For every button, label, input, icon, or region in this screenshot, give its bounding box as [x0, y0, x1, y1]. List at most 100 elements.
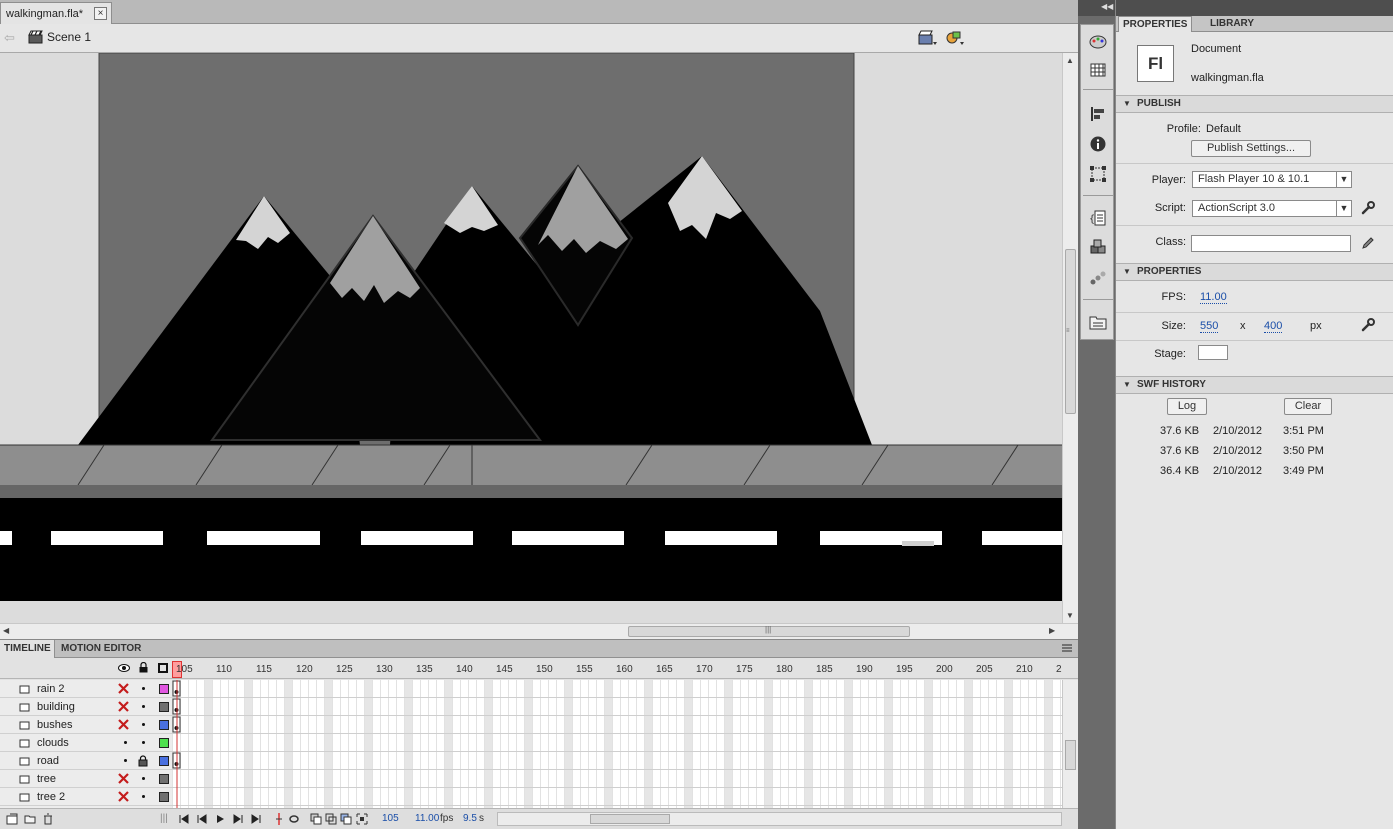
- layer-color-box[interactable]: [159, 756, 169, 766]
- back-arrow-icon[interactable]: ⇦: [4, 30, 15, 46]
- frame-grid[interactable]: [172, 680, 1062, 808]
- edit-symbol-icon[interactable]: [945, 29, 965, 47]
- onion-skin-icon[interactable]: [310, 813, 322, 825]
- layer-color-box[interactable]: [159, 684, 169, 694]
- swf-history-section-header[interactable]: ▼ SWF HISTORY: [1116, 376, 1393, 394]
- edit-scene-icon[interactable]: [918, 29, 938, 47]
- swatches-icon[interactable]: [1089, 61, 1107, 79]
- unlocked-dot-icon[interactable]: [142, 687, 145, 690]
- panel-menu-icon[interactable]: [1062, 643, 1072, 653]
- motion-presets-icon[interactable]: [1089, 269, 1107, 287]
- new-folder-icon[interactable]: [24, 813, 36, 825]
- document-tab[interactable]: walkingman.fla* ×: [0, 2, 112, 24]
- stage-width[interactable]: 550: [1200, 320, 1219, 333]
- step-back-icon[interactable]: [196, 813, 208, 825]
- unlocked-dot-icon[interactable]: [142, 741, 145, 744]
- onion-skin-outlines-icon[interactable]: [325, 813, 337, 825]
- hidden-x-icon[interactable]: [117, 718, 130, 731]
- center-frame-icon[interactable]: [273, 813, 285, 825]
- unlocked-dot-icon[interactable]: [142, 795, 145, 798]
- info-icon[interactable]: [1089, 135, 1107, 153]
- go-to-last-frame-icon[interactable]: [250, 813, 262, 825]
- publish-settings-button[interactable]: Publish Settings...: [1191, 140, 1311, 157]
- loop-icon[interactable]: [288, 813, 300, 825]
- layer-row[interactable]: clouds: [0, 734, 172, 752]
- history-time: 3:51 PM: [1283, 425, 1324, 437]
- unlocked-dot-icon[interactable]: [142, 777, 145, 780]
- hidden-x-icon[interactable]: [117, 772, 130, 785]
- tab-motion-editor[interactable]: MOTION EDITOR: [57, 640, 145, 658]
- wrench-icon[interactable]: [1361, 318, 1375, 332]
- project-icon[interactable]: [1089, 313, 1107, 331]
- edit-multiple-frames-icon[interactable]: [340, 813, 352, 825]
- collapse-panels-icon[interactable]: ◀◀: [1101, 2, 1113, 11]
- layer-row[interactable]: building: [0, 698, 172, 716]
- current-frame[interactable]: 105: [382, 813, 399, 824]
- log-button[interactable]: Log: [1167, 398, 1207, 415]
- layer-color-box[interactable]: [159, 792, 169, 802]
- tab-timeline[interactable]: TIMELINE: [0, 640, 55, 658]
- scroll-thumb[interactable]: [590, 814, 670, 824]
- chevron-down-icon: ▼: [1336, 172, 1351, 187]
- layer-color-box[interactable]: [159, 702, 169, 712]
- timeline-horizontal-scrollbar[interactable]: [497, 812, 1062, 826]
- layer-color-box[interactable]: [159, 720, 169, 730]
- fps-value[interactable]: 11.00: [1200, 291, 1227, 304]
- lock-icon[interactable]: [138, 755, 148, 767]
- scroll-thumb[interactable]: [1065, 740, 1076, 770]
- class-input[interactable]: [1191, 235, 1351, 252]
- color-palette-icon[interactable]: [1089, 33, 1107, 51]
- layer-row[interactable]: rain 2: [0, 680, 172, 698]
- scroll-up-icon[interactable]: ▲: [1066, 56, 1074, 65]
- align-icon[interactable]: [1089, 105, 1107, 123]
- stage-horizontal-scrollbar[interactable]: ◀ ||| ▶: [0, 623, 1078, 639]
- script-select[interactable]: ActionScript 3.0 ▼: [1192, 200, 1352, 217]
- new-layer-icon[interactable]: [6, 813, 18, 825]
- lock-icon[interactable]: [139, 662, 148, 673]
- wrench-icon[interactable]: [1361, 201, 1375, 215]
- properties-section-header[interactable]: ▼ PROPERTIES: [1116, 263, 1393, 281]
- scene-label[interactable]: Scene 1: [47, 30, 91, 44]
- scroll-down-icon[interactable]: ▼: [1066, 611, 1074, 620]
- stage-vertical-scrollbar[interactable]: ▲ ≡ ▼: [1062, 53, 1078, 623]
- components-icon[interactable]: [1089, 239, 1107, 257]
- layer-row[interactable]: road: [0, 752, 172, 770]
- outline-icon[interactable]: [158, 663, 168, 673]
- layer-row[interactable]: tree 2: [0, 788, 172, 806]
- player-select[interactable]: Flash Player 10 & 10.1 ▼: [1192, 171, 1352, 188]
- modify-markers-icon[interactable]: [356, 813, 368, 825]
- tab-library[interactable]: LIBRARY: [1206, 16, 1258, 32]
- scroll-right-icon[interactable]: ▶: [1049, 626, 1055, 635]
- unlocked-dot-icon[interactable]: [142, 705, 145, 708]
- grip-icon: |||: [765, 625, 772, 634]
- stage-area[interactable]: [0, 53, 1062, 623]
- stage-color-swatch[interactable]: [1198, 345, 1228, 360]
- eye-icon[interactable]: [118, 663, 130, 673]
- close-icon[interactable]: ×: [94, 7, 107, 20]
- layer-color-box[interactable]: [159, 738, 169, 748]
- hidden-x-icon[interactable]: [117, 790, 130, 803]
- layer-color-box[interactable]: [159, 774, 169, 784]
- publish-section-header[interactable]: ▼ PUBLISH: [1116, 95, 1393, 113]
- layer-row[interactable]: tree: [0, 770, 172, 788]
- step-forward-icon[interactable]: [232, 813, 244, 825]
- timeline-vertical-scrollbar[interactable]: [1062, 680, 1078, 808]
- clear-button[interactable]: Clear: [1284, 398, 1332, 415]
- play-icon[interactable]: [214, 813, 226, 825]
- pencil-icon[interactable]: [1361, 236, 1375, 250]
- tab-properties[interactable]: PROPERTIES: [1118, 16, 1193, 32]
- unlocked-dot-icon[interactable]: [142, 723, 145, 726]
- hidden-x-icon[interactable]: [117, 682, 130, 695]
- frame-rate[interactable]: 11.00: [415, 813, 439, 824]
- hidden-x-icon[interactable]: [117, 700, 130, 713]
- layer-icon: [19, 721, 30, 730]
- trash-icon[interactable]: [42, 813, 54, 825]
- go-to-first-frame-icon[interactable]: [178, 813, 190, 825]
- layer-row[interactable]: bushes: [0, 716, 172, 734]
- visible-dot-icon[interactable]: [124, 759, 127, 762]
- visible-dot-icon[interactable]: [124, 741, 127, 744]
- actions-icon[interactable]: {: [1089, 209, 1107, 227]
- scroll-left-icon[interactable]: ◀: [3, 626, 9, 635]
- stage-height[interactable]: 400: [1264, 320, 1283, 333]
- transform-icon[interactable]: [1089, 165, 1107, 183]
